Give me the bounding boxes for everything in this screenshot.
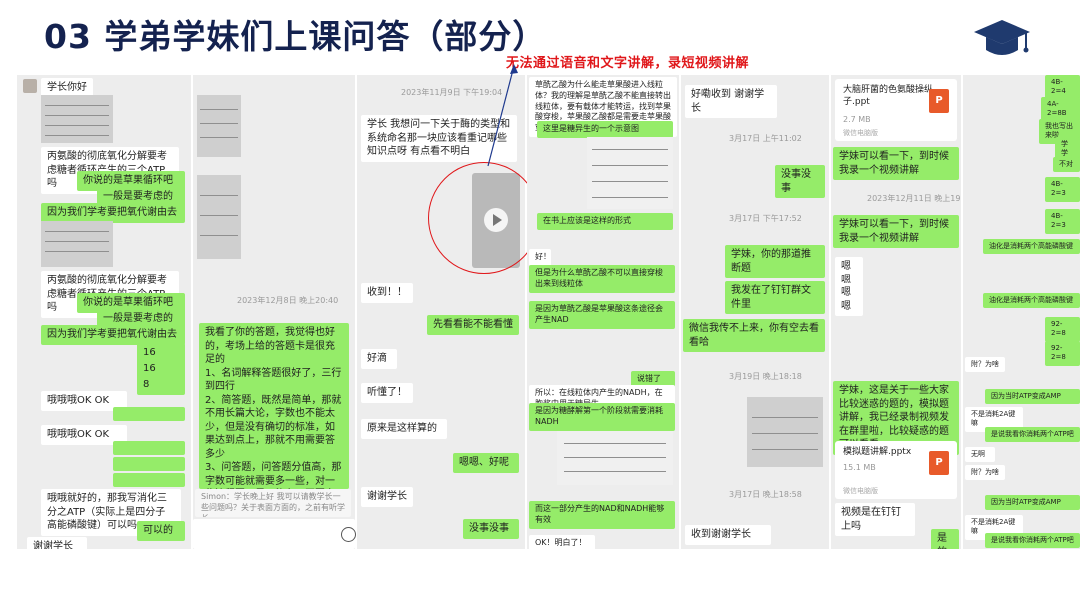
file-source: 微信电脑版: [843, 129, 878, 137]
chat-bubble: 不对: [1053, 157, 1080, 173]
chat-bubble: [113, 457, 185, 471]
video-thumbnail[interactable]: [747, 397, 823, 467]
chat-bubble: 原来是这样算的: [361, 419, 447, 439]
chat-bubble: 没事没事: [775, 165, 825, 198]
chat-bubble: 而这一部分产生的NAD和NADH能够有效: [529, 501, 675, 529]
chat-bubble: 谢谢学长: [361, 487, 413, 507]
quoted-message[interactable]: Simon：学长晚上好 我可以请教学长一些问题吗？关于表面方面的，之前有听学长…: [195, 489, 351, 517]
chat-bubble: 因为当时ATP变成AMP: [985, 495, 1080, 511]
chat-screenshot-7: 4B-2=4 4A-2=8B 我也写出来啦 学学 不对 4B-2=3 4B-2=…: [963, 75, 1080, 549]
ppt-file-icon: P: [929, 89, 949, 113]
highlight-circle: [428, 162, 540, 274]
chat-bubble: 学妹可以看一下，到时候我录一个视频讲解: [833, 215, 959, 248]
chat-bubble: 因为我们学考要把氧代谢由去: [41, 203, 185, 223]
photo-thumbnail[interactable]: [41, 221, 113, 267]
chat-screenshot-4: 草酰乙酸为什么能走草果酸进入线粒体？我的理解是草酰乙酸不能直接转出线粒体，要有载…: [527, 75, 679, 549]
chat-bubble: OK！明白了！: [529, 535, 595, 549]
chat-bubble: 附？为啥: [965, 465, 1005, 481]
chat-timestamp: 3月17日 上午11:02: [729, 134, 802, 143]
diagram-image[interactable]: [587, 137, 673, 209]
chat-timestamp: 2023年12月8日 晚上20:40: [237, 296, 339, 305]
chat-bubble: 学妹可以看一下，到时候我录一个视频讲解: [833, 147, 959, 180]
chat-bubble: 但是为什么草酰乙酸不可以直接穿梭出来到线粒体: [529, 265, 675, 293]
chat-bubble: 好！: [529, 249, 551, 266]
chat-input-bar[interactable]: [193, 519, 355, 549]
chat-bubble: 4B-2=3: [1045, 177, 1080, 202]
file-name: 模拟题讲解.pptx: [843, 447, 912, 457]
chat-screenshot-5: 好嘞收到 谢谢学长 3月17日 上午11:02 没事没事 3月17日 下午17:…: [681, 75, 829, 549]
avatar: [23, 79, 37, 93]
chat-timestamp: 2023年12月11日 晚上19:00: [867, 194, 961, 203]
file-source: 微信电脑版: [843, 487, 878, 495]
chat-bubble: 好滴: [361, 349, 397, 369]
chat-bubble: 92-2=8: [1045, 341, 1080, 366]
chat-bubble: 先看看能不能看懂: [427, 315, 519, 335]
chat-bubble: 这里是糖异生的一个示意图: [537, 121, 673, 138]
chat-bubble: 是说我看你消耗两个ATP吧: [985, 533, 1080, 549]
chat-bubble: 我发在了钉钉群文件里: [725, 281, 825, 314]
chat-bubble: 4B-2=3: [1045, 209, 1080, 234]
chat-bubble: 学长 我想问一下关于酶的类型和系统命名那一块应该看重记哪些知识点呀 有点看不明白: [361, 115, 517, 162]
chat-bubble: 收到谢谢学长: [685, 525, 771, 545]
chat-screenshot-3: 2023年11月9日 下午19:04 学长 我想问一下关于酶的类型和系统命名那一…: [357, 75, 525, 549]
photo-thumbnail[interactable]: [197, 175, 241, 259]
chat-bubble: 谢谢学长: [27, 537, 87, 549]
chat-bubble: [113, 473, 185, 487]
chat-bubble: 可以的: [137, 521, 185, 541]
chat-bubble: 油化是消耗两个高能磷酸键: [983, 293, 1080, 309]
file-name: 大脑肝菌的色氨酸操纵子.ppt: [843, 85, 934, 107]
chat-bubble: 8: [137, 375, 185, 395]
photo-thumbnail[interactable]: [41, 95, 113, 143]
chat-screenshot-1: 学长你好 丙氨酸的彻底氧化分解要考虑糖者循环产生的三个ATP吗 你说的是草果循环…: [17, 75, 191, 549]
chat-bubble: [113, 407, 185, 421]
ppt-file-icon: P: [929, 451, 949, 475]
chat-bubble: 嗯嗯: [835, 283, 863, 316]
chat-bubble: 92-2=8: [1045, 317, 1080, 342]
file-message[interactable]: 大脑肝菌的色氨酸操纵子.ppt 2.7 MB P 微信电脑版: [835, 79, 957, 141]
file-size: 15.1 MB: [843, 463, 876, 472]
file-size: 2.7 MB: [843, 115, 871, 124]
chat-bubble: 嗯嗯、好呢: [453, 453, 519, 473]
chat-bubble: 是因为糖酵解第一个阶段就需要消耗NADH: [529, 403, 675, 431]
chat-bubble: 收到！！: [361, 283, 413, 303]
chat-bubble: 是的: [931, 529, 959, 549]
chat-bubble: 微信我传不上来，你有空去看看哈: [683, 319, 825, 352]
chat-bubble: [113, 441, 185, 455]
chat-bubble: 无啊: [965, 447, 995, 463]
chat-bubble: 是说我看你消耗两个ATP吧: [985, 427, 1080, 443]
chat-bubble: 听懂了！: [361, 383, 413, 403]
slide: 03 学弟学妹们上课问答（部分） 无法通过语音和文字讲解，录短视频讲解 学长你好…: [0, 0, 1080, 601]
chat-bubble: 学妹，你的那道推断题: [725, 245, 825, 278]
chat-timestamp: 3月19日 晚上18:18: [729, 372, 802, 381]
photo-thumbnail[interactable]: [197, 95, 241, 157]
chat-timestamp: 2023年11月9日 下午19:04: [401, 88, 503, 97]
chat-bubble: 是因为草酰乙酸是苹果酸这条途径会产生NAD: [529, 301, 675, 329]
file-message[interactable]: 模拟题讲解.pptx 15.1 MB P 微信电脑版: [835, 441, 957, 499]
chat-bubble: 油化是消耗两个高能磷酸键: [983, 239, 1080, 255]
chat-bubble: 好嘞收到 谢谢学长: [685, 85, 777, 118]
chat-bubble: 因为我们学考要把氧代谢由去: [41, 325, 185, 345]
annotation-text: 无法通过语音和文字讲解，录短视频讲解: [506, 56, 750, 71]
chat-bubble: 没事没事: [463, 519, 519, 539]
diagram-image[interactable]: [557, 431, 673, 485]
chat-screenshot-2: 2023年12月8日 晚上20:40 我看了你的答题，我觉得也好的，考场上给的答…: [193, 75, 355, 549]
emoji-icon[interactable]: [341, 527, 356, 542]
chat-bubble: 视频是在钉钉上吗: [835, 503, 915, 536]
slide-title: 03 学弟学妹们上课问答（部分）: [44, 17, 547, 56]
chat-timestamp: 3月17日 下午17:52: [729, 214, 802, 223]
chat-bubble: 在书上应该是这样的形式: [537, 213, 673, 230]
chat-bubble: 附？为啥: [965, 357, 1005, 373]
chat-timestamp: 3月17日 晚上18:58: [729, 490, 802, 499]
chat-bubble: 我看了你的答题，我觉得也好的，考场上给的答题卡是很充足的 1、名词解释答题很好了…: [199, 323, 349, 489]
graduation-cap-icon: [974, 20, 1030, 55]
chat-screenshot-6: 大脑肝菌的色氨酸操纵子.ppt 2.7 MB P 微信电脑版 学妹可以看一下，到…: [831, 75, 961, 549]
chat-bubble: 因为当时ATP变成AMP: [985, 389, 1080, 405]
